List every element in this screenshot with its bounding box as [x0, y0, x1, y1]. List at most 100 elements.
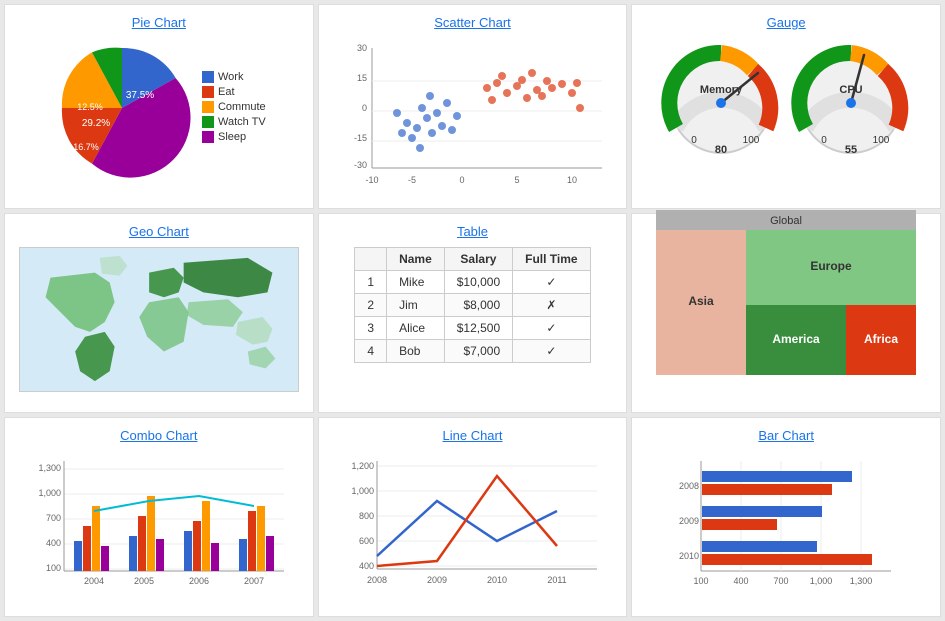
dashboard-grid: Pie Chart 37.5% 29.2% 16.7% 12.5% — [0, 0, 945, 621]
cell-num: 1 — [355, 271, 387, 294]
scatter-chart-card: Scatter Chart 30 15 0 -15 -30 -10 -5 0 5… — [318, 4, 628, 209]
svg-text:15: 15 — [357, 73, 367, 83]
legend-commute-color — [202, 101, 214, 113]
svg-text:2005: 2005 — [134, 576, 154, 586]
svg-text:30: 30 — [357, 43, 367, 53]
data-table: Name Salary Full Time 1 Mike $10,000 ✓ 2… — [354, 247, 590, 363]
treemap-card: Treemap Global Asia Europe — [631, 213, 941, 413]
col-header-fulltime: Full Time — [513, 248, 590, 271]
svg-text:10: 10 — [567, 175, 577, 185]
svg-text:2008: 2008 — [679, 481, 699, 491]
svg-text:Memory: Memory — [700, 84, 743, 96]
bar-chart-title[interactable]: Bar Chart — [758, 428, 814, 443]
line-svg: 1,200 1,000 800 600 400 2008 2009 2010 2… — [342, 451, 602, 606]
scatter-chart-title[interactable]: Scatter Chart — [434, 15, 511, 30]
cell-num: 3 — [355, 317, 387, 340]
treemap-svg: Global Asia Europe America Africa — [656, 210, 916, 375]
svg-text:700: 700 — [46, 513, 61, 523]
svg-text:55: 55 — [845, 144, 857, 156]
svg-text:100: 100 — [46, 563, 61, 573]
col-header-salary: Salary — [444, 248, 512, 271]
legend-sleep-color — [202, 131, 214, 143]
legend-eat-color — [202, 86, 214, 98]
table-row: 4 Bob $7,000 ✓ — [355, 340, 590, 363]
svg-text:400: 400 — [46, 538, 61, 548]
cell-name: Alice — [387, 317, 445, 340]
cell-fulltime: ✗ — [513, 294, 590, 317]
svg-text:2007: 2007 — [244, 576, 264, 586]
gauge-title[interactable]: Gauge — [767, 15, 806, 30]
cell-name: Jim — [387, 294, 445, 317]
combo-chart-card: Combo Chart 1,300 1,000 700 400 100 — [4, 417, 314, 617]
memory-gauge-svg: Memory 0 80 100 — [661, 38, 781, 158]
svg-text:2009: 2009 — [427, 575, 447, 585]
svg-text:80: 80 — [715, 144, 727, 156]
table-title[interactable]: Table — [457, 224, 488, 239]
pie-label-sleep: 29.2% — [82, 118, 110, 129]
combo-svg: 1,300 1,000 700 400 100 — [29, 451, 289, 606]
svg-text:Asia: Asia — [688, 294, 714, 308]
svg-text:2006: 2006 — [189, 576, 209, 586]
svg-text:0: 0 — [362, 103, 367, 113]
table-row: 2 Jim $8,000 ✗ — [355, 294, 590, 317]
gauges-container: Memory 0 80 100 CPU 0 55 100 — [661, 38, 911, 158]
table-card: Table Name Salary Full Time 1 Mike $10,0… — [318, 213, 628, 413]
legend-watchtv-color — [202, 116, 214, 128]
cell-num: 4 — [355, 340, 387, 363]
pie-label-work: 37.5% — [126, 90, 154, 101]
pie-legend: Work Eat Commute Watch TV Sleep — [202, 71, 266, 146]
col-header-name: Name — [387, 248, 445, 271]
svg-text:1,300: 1,300 — [850, 576, 873, 586]
svg-text:America: America — [772, 332, 820, 346]
svg-text:5: 5 — [515, 175, 520, 185]
pie-container: 37.5% 29.2% 16.7% 12.5% Work Eat Commute — [52, 38, 266, 178]
svg-text:1,300: 1,300 — [38, 463, 61, 473]
svg-text:Global: Global — [770, 215, 802, 227]
legend-sleep: Sleep — [202, 131, 266, 143]
svg-text:100: 100 — [743, 135, 760, 146]
geo-chart-card: Geo Chart — [4, 213, 314, 413]
svg-text:600: 600 — [359, 536, 374, 546]
svg-text:0: 0 — [460, 175, 465, 185]
svg-text:0: 0 — [821, 135, 827, 146]
legend-sleep-label: Sleep — [218, 131, 246, 143]
legend-eat-label: Eat — [218, 86, 235, 98]
pie-label-eat: 16.7% — [73, 142, 99, 152]
cell-fulltime: ✓ — [513, 271, 590, 294]
treemap-svg-container: Global Asia Europe America Africa — [656, 210, 916, 378]
bar-svg: 2008 2009 2010 100 400 700 1,000 — [666, 451, 906, 601]
svg-text:Africa: Africa — [864, 332, 898, 346]
cell-name: Bob — [387, 340, 445, 363]
line-chart-title[interactable]: Line Chart — [443, 428, 503, 443]
legend-eat: Eat — [202, 86, 266, 98]
svg-text:800: 800 — [359, 511, 374, 521]
svg-text:1,000: 1,000 — [38, 488, 61, 498]
svg-text:2008: 2008 — [367, 575, 387, 585]
svg-text:400: 400 — [734, 576, 749, 586]
legend-commute-label: Commute — [218, 101, 266, 113]
legend-work-label: Work — [218, 71, 243, 83]
svg-text:400: 400 — [359, 561, 374, 571]
legend-commute: Commute — [202, 101, 266, 113]
svg-text:0: 0 — [691, 135, 697, 146]
geo-chart-title[interactable]: Geo Chart — [129, 224, 189, 239]
legend-watchtv: Watch TV — [202, 116, 266, 128]
geo-svg — [19, 247, 299, 392]
cell-fulltime: ✓ — [513, 340, 590, 363]
svg-text:-15: -15 — [354, 133, 367, 143]
pie-chart-title[interactable]: Pie Chart — [132, 15, 186, 30]
svg-text:100: 100 — [694, 576, 709, 586]
svg-text:100: 100 — [873, 135, 890, 146]
svg-text:Europe: Europe — [810, 259, 852, 273]
gauge-card: Gauge Memory 0 80 100 — [631, 4, 941, 209]
svg-text:-10: -10 — [366, 175, 379, 185]
svg-text:1,200: 1,200 — [352, 461, 375, 471]
svg-text:2011: 2011 — [548, 575, 567, 585]
svg-text:2009: 2009 — [679, 516, 699, 526]
cell-num: 2 — [355, 294, 387, 317]
svg-text:1,000: 1,000 — [810, 576, 833, 586]
cell-salary: $8,000 — [444, 294, 512, 317]
pie-chart-card: Pie Chart 37.5% 29.2% 16.7% 12.5% — [4, 4, 314, 209]
svg-text:-5: -5 — [408, 175, 416, 185]
combo-chart-title[interactable]: Combo Chart — [120, 428, 197, 443]
